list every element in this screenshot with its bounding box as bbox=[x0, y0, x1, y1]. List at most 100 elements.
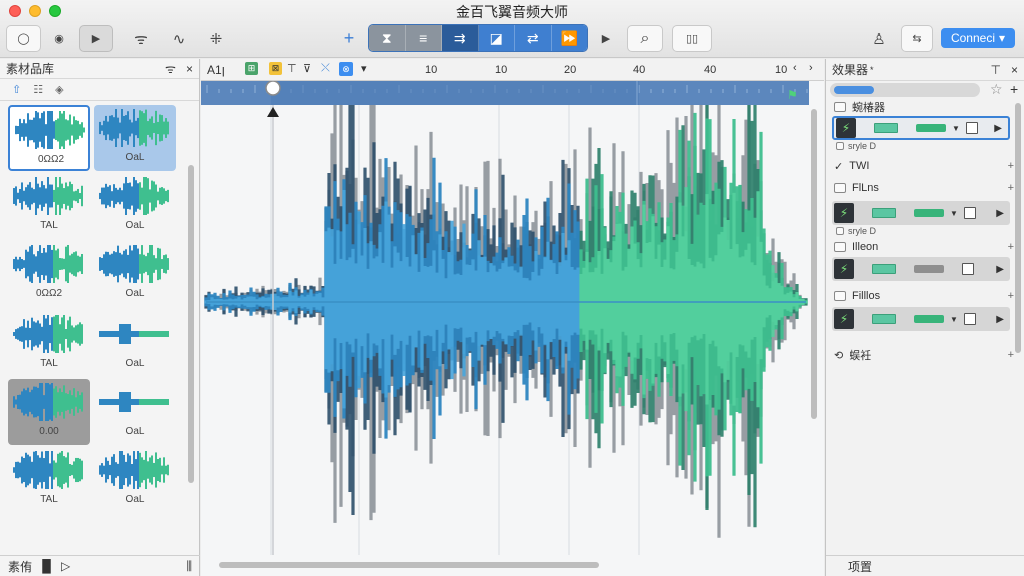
segment-4[interactable]: ⇄ bbox=[515, 25, 552, 51]
library-clip[interactable]: 0.00 bbox=[8, 379, 90, 445]
user-button[interactable]: ♙ bbox=[866, 25, 892, 52]
plugin-header-flns[interactable]: FlLns + bbox=[834, 180, 1014, 196]
close-icon[interactable]: × bbox=[186, 62, 193, 76]
library-clip[interactable]: 0ΩΩ2 bbox=[8, 241, 90, 307]
plugin-row-filllos[interactable]: ⚡ ▼ ▶ bbox=[832, 307, 1010, 331]
gain-fader[interactable] bbox=[914, 315, 944, 323]
shuffle-icon[interactable]: ⤬ bbox=[321, 62, 330, 75]
snap-button[interactable]: ⁜ bbox=[202, 25, 230, 52]
playhead[interactable] bbox=[263, 81, 283, 121]
library-clip[interactable]: OaL bbox=[94, 173, 176, 239]
style-checkbox[interactable] bbox=[836, 142, 844, 150]
library-clip[interactable]: OaL bbox=[94, 105, 176, 171]
close-icon[interactable]: × bbox=[1011, 63, 1018, 77]
gain-fader[interactable] bbox=[916, 124, 946, 132]
play-button[interactable]: ▶ bbox=[79, 25, 113, 52]
chevron-down-icon[interactable]: ▼ bbox=[950, 315, 958, 324]
plugin-header-illeon[interactable]: Illeon + bbox=[834, 239, 1014, 255]
swap-button[interactable]: ⇆ bbox=[901, 25, 933, 52]
expand-icon[interactable]: ▶ bbox=[994, 123, 1008, 134]
segment-3[interactable]: ◪ bbox=[478, 25, 515, 51]
waveform-canvas[interactable] bbox=[201, 105, 809, 555]
bypass-checkbox[interactable] bbox=[834, 183, 846, 193]
add-marker-button[interactable]: + bbox=[336, 25, 362, 52]
pin-icon[interactable]: ⊤ bbox=[991, 63, 1001, 77]
segment-5[interactable]: ⏩ bbox=[551, 25, 587, 51]
connect-button[interactable]: Conneci ▾ bbox=[941, 28, 1015, 48]
add-icon[interactable]: + bbox=[1008, 349, 1014, 361]
library-clip[interactable]: TAL bbox=[8, 447, 90, 513]
search-button[interactable]: ⌕ bbox=[627, 25, 663, 52]
segment-2[interactable]: ⇉ bbox=[442, 25, 479, 51]
plugin-row-compressor[interactable]: ⚡ ▼ ▶ bbox=[832, 116, 1010, 140]
play-secondary-button[interactable]: ▶ bbox=[595, 25, 617, 52]
marker-icon[interactable]: ⊠ bbox=[269, 62, 282, 75]
upload-icon[interactable]: ⇧ bbox=[12, 83, 21, 96]
selection-bar[interactable]: ⚑ bbox=[201, 81, 809, 105]
link-icon[interactable]: ⊗ bbox=[339, 62, 353, 76]
columns-icon[interactable]: ⫼ bbox=[186, 559, 192, 574]
scroll-left-icon[interactable]: ‹ bbox=[793, 62, 797, 74]
play-outline-icon[interactable]: ▷ bbox=[61, 559, 70, 573]
expand-icon[interactable]: ▶ bbox=[996, 264, 1010, 275]
check-icon[interactable]: ✓ bbox=[834, 160, 843, 173]
style-checkbox[interactable] bbox=[836, 227, 844, 235]
chevron-down-icon[interactable]: ▼ bbox=[950, 209, 958, 218]
power-toggle[interactable] bbox=[963, 313, 976, 325]
library-clip[interactable]: OaL bbox=[94, 379, 176, 445]
waveform-button[interactable]: ∿ bbox=[165, 25, 193, 52]
plugin-row-illeon[interactable]: ⚡ ▶ bbox=[832, 257, 1010, 281]
chevron-down-icon[interactable]: ▼ bbox=[952, 124, 960, 133]
editor-vertical-scrollbar[interactable] bbox=[811, 109, 817, 419]
signal-button[interactable]: ᯤ bbox=[127, 25, 155, 52]
library-clip[interactable]: TAL bbox=[8, 311, 90, 377]
panel-toggle-button[interactable]: ▯▯ bbox=[672, 25, 712, 52]
expand-icon[interactable]: ▶ bbox=[996, 314, 1010, 325]
add-effect-icon[interactable]: + bbox=[1010, 81, 1018, 97]
expand-icon[interactable]: ▶ bbox=[996, 208, 1010, 219]
segment-1[interactable]: ≡ bbox=[405, 25, 442, 51]
loop-button[interactable]: ◯ bbox=[6, 25, 41, 52]
gain-fader[interactable] bbox=[914, 209, 944, 217]
loop-icon[interactable]: ⟲ bbox=[834, 349, 843, 362]
library-clip[interactable]: OaL bbox=[94, 311, 176, 377]
power-toggle[interactable] bbox=[962, 263, 974, 275]
power-toggle[interactable] bbox=[963, 207, 976, 219]
library-clip[interactable]: OaL bbox=[94, 241, 176, 307]
wifi-icon[interactable]: ᯤ bbox=[165, 60, 176, 77]
settings-label[interactable]: 项置 bbox=[848, 558, 872, 575]
add-icon[interactable]: + bbox=[1008, 182, 1014, 194]
chevron-down-icon[interactable]: ▾ bbox=[361, 62, 367, 75]
plugin-header-compressor[interactable]: 蜿椿器 bbox=[834, 99, 1014, 115]
add-icon[interactable]: + bbox=[1008, 241, 1014, 253]
plugin-row-flns[interactable]: ⚡ ▼ ▶ bbox=[832, 201, 1010, 225]
grid-icon[interactable]: ⊞ bbox=[245, 62, 258, 75]
list-icon[interactable]: ☷ bbox=[33, 83, 43, 96]
plugin-header-filllos[interactable]: Filllos + bbox=[834, 288, 1014, 304]
star-icon[interactable]: ☆ bbox=[990, 81, 1003, 98]
editor-horizontal-scrollbar[interactable] bbox=[219, 562, 599, 568]
bypass-checkbox[interactable] bbox=[834, 291, 846, 301]
effects-search-input[interactable] bbox=[830, 83, 980, 97]
plugin-header-twi[interactable]: ✓ TWI + bbox=[834, 158, 1014, 174]
gain-fader[interactable] bbox=[914, 265, 944, 273]
power-toggle[interactable] bbox=[965, 122, 978, 134]
plugin-style-flns: sryle D bbox=[836, 226, 876, 236]
add-icon[interactable]: + bbox=[1008, 160, 1014, 172]
bypass-checkbox[interactable] bbox=[834, 102, 846, 112]
library-clip[interactable]: TAL bbox=[8, 173, 90, 239]
plugin-header-loop[interactable]: ⟲ 蜈衽 + bbox=[834, 347, 1014, 363]
cursor-icon[interactable]: ⊤ bbox=[287, 62, 297, 75]
library-clip[interactable]: 0ΩΩ2 bbox=[8, 105, 90, 171]
meter-icon[interactable]: ▐▌ bbox=[38, 559, 55, 573]
scroll-right-icon[interactable]: › bbox=[809, 62, 813, 74]
effects-scrollbar[interactable] bbox=[1015, 103, 1021, 353]
cube-icon[interactable]: ◈ bbox=[55, 83, 63, 96]
bypass-checkbox[interactable] bbox=[834, 242, 846, 252]
add-icon[interactable]: + bbox=[1008, 290, 1014, 302]
library-clip[interactable]: OaL bbox=[94, 447, 176, 513]
segment-0[interactable]: ⧗ bbox=[369, 25, 406, 51]
funnel-icon[interactable]: ⊽ bbox=[303, 62, 311, 75]
sphere-button[interactable]: ◉ bbox=[46, 25, 72, 52]
library-scrollbar[interactable] bbox=[188, 165, 194, 483]
